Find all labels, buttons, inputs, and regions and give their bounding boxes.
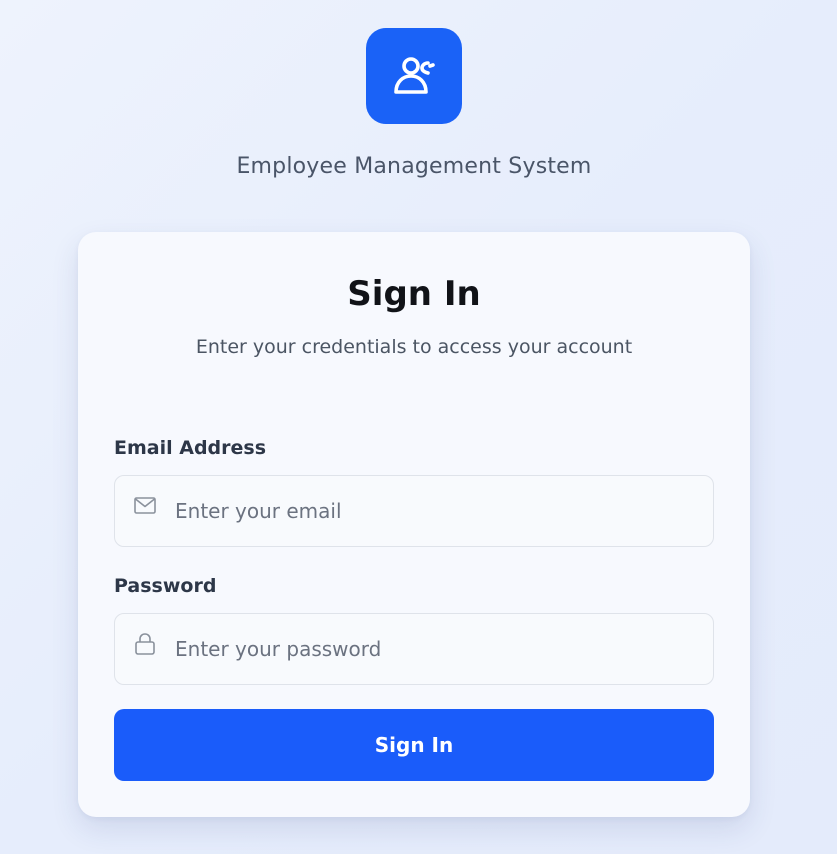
users-icon xyxy=(394,57,435,94)
email-input[interactable] xyxy=(175,476,695,546)
page-subtitle: Enter your credentials to access your ac… xyxy=(195,336,633,358)
email-label: Email Address xyxy=(114,437,267,459)
password-label: Password xyxy=(114,575,217,597)
app-logo xyxy=(366,28,462,124)
app-name: Employee Management System xyxy=(236,154,592,179)
email-field-wrapper[interactable] xyxy=(114,475,714,547)
password-field-wrapper[interactable] xyxy=(114,613,714,685)
sign-in-card: Sign In Enter your credentials to access… xyxy=(78,232,750,817)
page-title: Sign In xyxy=(347,274,481,314)
password-input[interactable] xyxy=(175,614,695,684)
sign-in-button[interactable]: Sign In xyxy=(114,709,714,781)
mail-icon xyxy=(134,497,156,514)
lock-icon xyxy=(135,633,155,655)
